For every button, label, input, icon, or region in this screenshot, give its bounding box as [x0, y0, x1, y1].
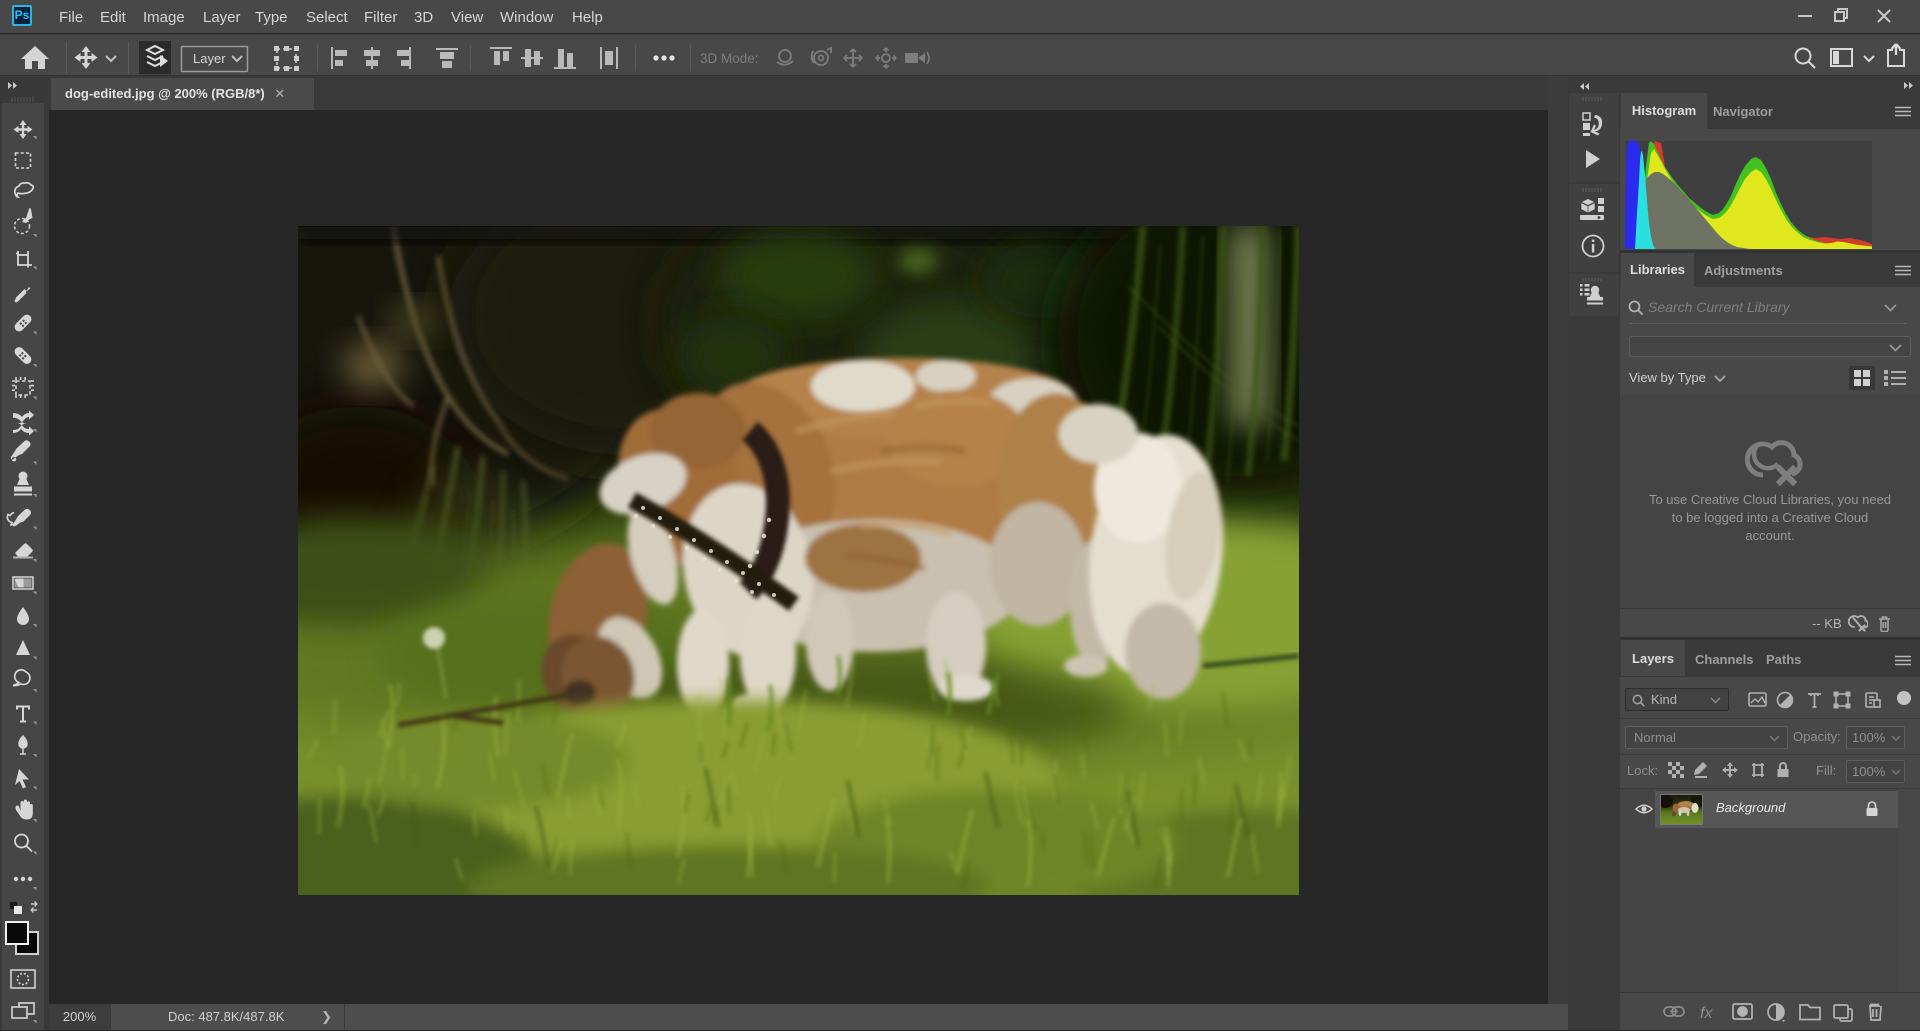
svg-text:Layer: Layer [193, 51, 226, 66]
svg-text:fx: fx [1700, 1005, 1713, 1022]
svg-text:3D Mode:: 3D Mode: [700, 51, 759, 66]
